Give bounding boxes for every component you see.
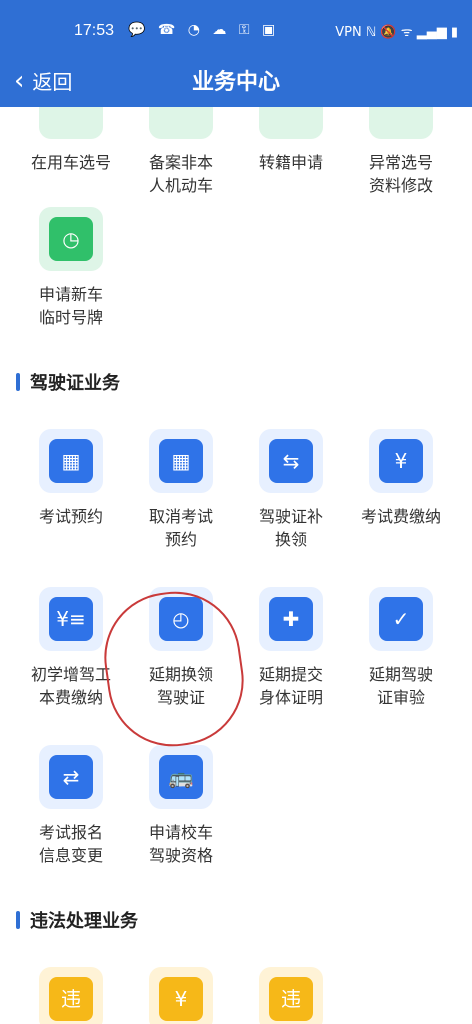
service-label: 考试报名 信息变更	[38, 823, 103, 865]
service-item-delay-inspection[interactable]: ✓ 延期驾驶 证审验	[346, 587, 456, 709]
service-icon	[369, 107, 433, 139]
section-header-violation: 违法处理业务	[16, 907, 138, 933]
service-label: 延期驾驶 证审验	[368, 665, 433, 707]
service-grid-scroll[interactable]: 在用车选号 备案非本 人机动车 转籍申请 异常选号 资料修改 ◷ 申请新车 临时…	[0, 107, 472, 1024]
yen-list-icon: ¥≡	[49, 597, 93, 641]
service-label: 取消考试 预约	[148, 507, 213, 549]
service-item-in-use-plate[interactable]: 在用车选号	[16, 107, 126, 174]
section-title: 违法处理业务	[30, 911, 138, 932]
service-tile: ◷	[39, 207, 103, 271]
service-tile: 🚌	[149, 745, 213, 809]
service-item-exam-fee[interactable]: ¥ 考试费缴纳	[346, 429, 456, 528]
service-tile: ⇆	[259, 429, 323, 493]
search-violation-icon: 违	[49, 977, 93, 1021]
service-label: 转籍申请	[258, 153, 323, 172]
service-tile: ✚	[259, 587, 323, 651]
calendar-icon: ▦	[159, 439, 203, 483]
service-tile: ¥≡	[39, 587, 103, 651]
service-item-exam-info-change[interactable]: ⇄ 考试报名 信息变更	[16, 745, 126, 867]
license-swap-icon: ⇆	[269, 439, 313, 483]
calendar-icon: ▦	[49, 439, 93, 483]
service-icon	[39, 107, 103, 139]
service-item-violation-pay[interactable]: ¥	[126, 967, 236, 1024]
receipt-icon: ¥	[379, 439, 423, 483]
service-tile: ¥	[149, 967, 213, 1024]
bus-icon: 🚌	[159, 755, 203, 799]
notification-icons: 💬 ☎ ◔ ☁ ⚿ ▣	[128, 22, 280, 38]
service-label: 申请校车 驾驶资格	[148, 823, 213, 865]
service-tile: ✓	[369, 587, 433, 651]
yen-receipt-icon: ¥	[159, 977, 203, 1021]
cash-icon: ◷	[49, 217, 93, 261]
status-right: VPN ℕ 🔕 ᯤ ▂▄▆ ▮	[335, 25, 458, 40]
service-label: 异常选号 资料修改	[368, 153, 433, 195]
service-tile: ⇄	[39, 745, 103, 809]
service-tile: ▦	[149, 429, 213, 493]
app-header: 17:53 💬 ☎ ◔ ☁ ⚿ ▣ VPN ℕ 🔕 ᯤ ▂▄▆ ▮ ‹ 返回 业…	[0, 0, 472, 107]
service-label: 申请新车 临时号牌	[38, 285, 103, 327]
section-accent	[16, 373, 20, 391]
service-tile: ¥	[369, 429, 433, 493]
page-title: 业务中心	[191, 70, 280, 95]
service-item-temp-plate[interactable]: ◷ 申请新车 临时号牌	[16, 207, 126, 329]
service-item-register-vehicle[interactable]: 备案非本 人机动车	[126, 107, 236, 197]
service-icon	[259, 107, 323, 139]
service-item-violation-query[interactable]: 违	[16, 967, 126, 1024]
service-label: 备案非本 人机动车	[148, 153, 213, 195]
service-tile: ▦	[39, 429, 103, 493]
license-check-icon: ✓	[379, 597, 423, 641]
section-header-license: 驾驶证业务	[16, 369, 120, 395]
service-tile: 违	[259, 967, 323, 1024]
service-label: 考试预约	[38, 507, 103, 526]
vpn-badge: VPN	[335, 25, 362, 40]
service-item-transfer[interactable]: 转籍申请	[236, 107, 346, 174]
service-item-exam-booking[interactable]: ▦ 考试预约	[16, 429, 126, 528]
service-item-abnormal-plate[interactable]: 异常选号 资料修改	[346, 107, 456, 197]
service-icon	[149, 107, 213, 139]
service-item-license-replace[interactable]: ⇆ 驾驶证补 换领	[236, 429, 346, 551]
service-item-delay-medical[interactable]: ✚ 延期提交 身体证明	[236, 587, 346, 709]
status-bar: 17:53 💬 ☎ ◔ ☁ ⚿ ▣ VPN ℕ 🔕 ᯤ ▂▄▆ ▮	[0, 16, 472, 48]
section-title: 驾驶证业务	[30, 373, 120, 394]
medical-upload-icon: ✚	[269, 597, 313, 641]
service-tile: 违	[39, 967, 103, 1024]
service-label: 在用车选号	[30, 153, 111, 172]
service-label: 延期提交 身体证明	[258, 665, 323, 707]
section-accent	[16, 911, 20, 929]
service-label: 考试费缴纳	[360, 507, 441, 526]
service-item-violation-handle[interactable]: 违	[236, 967, 346, 1024]
hand-violation-icon: 违	[269, 977, 313, 1021]
service-item-cancel-exam[interactable]: ▦ 取消考试 预约	[126, 429, 236, 551]
id-swap-icon: ⇄	[49, 755, 93, 799]
status-time: 17:53	[74, 22, 115, 39]
service-item-school-bus[interactable]: 🚌 申请校车 驾驶资格	[126, 745, 236, 867]
service-label: 驾驶证补 换领	[258, 507, 323, 549]
